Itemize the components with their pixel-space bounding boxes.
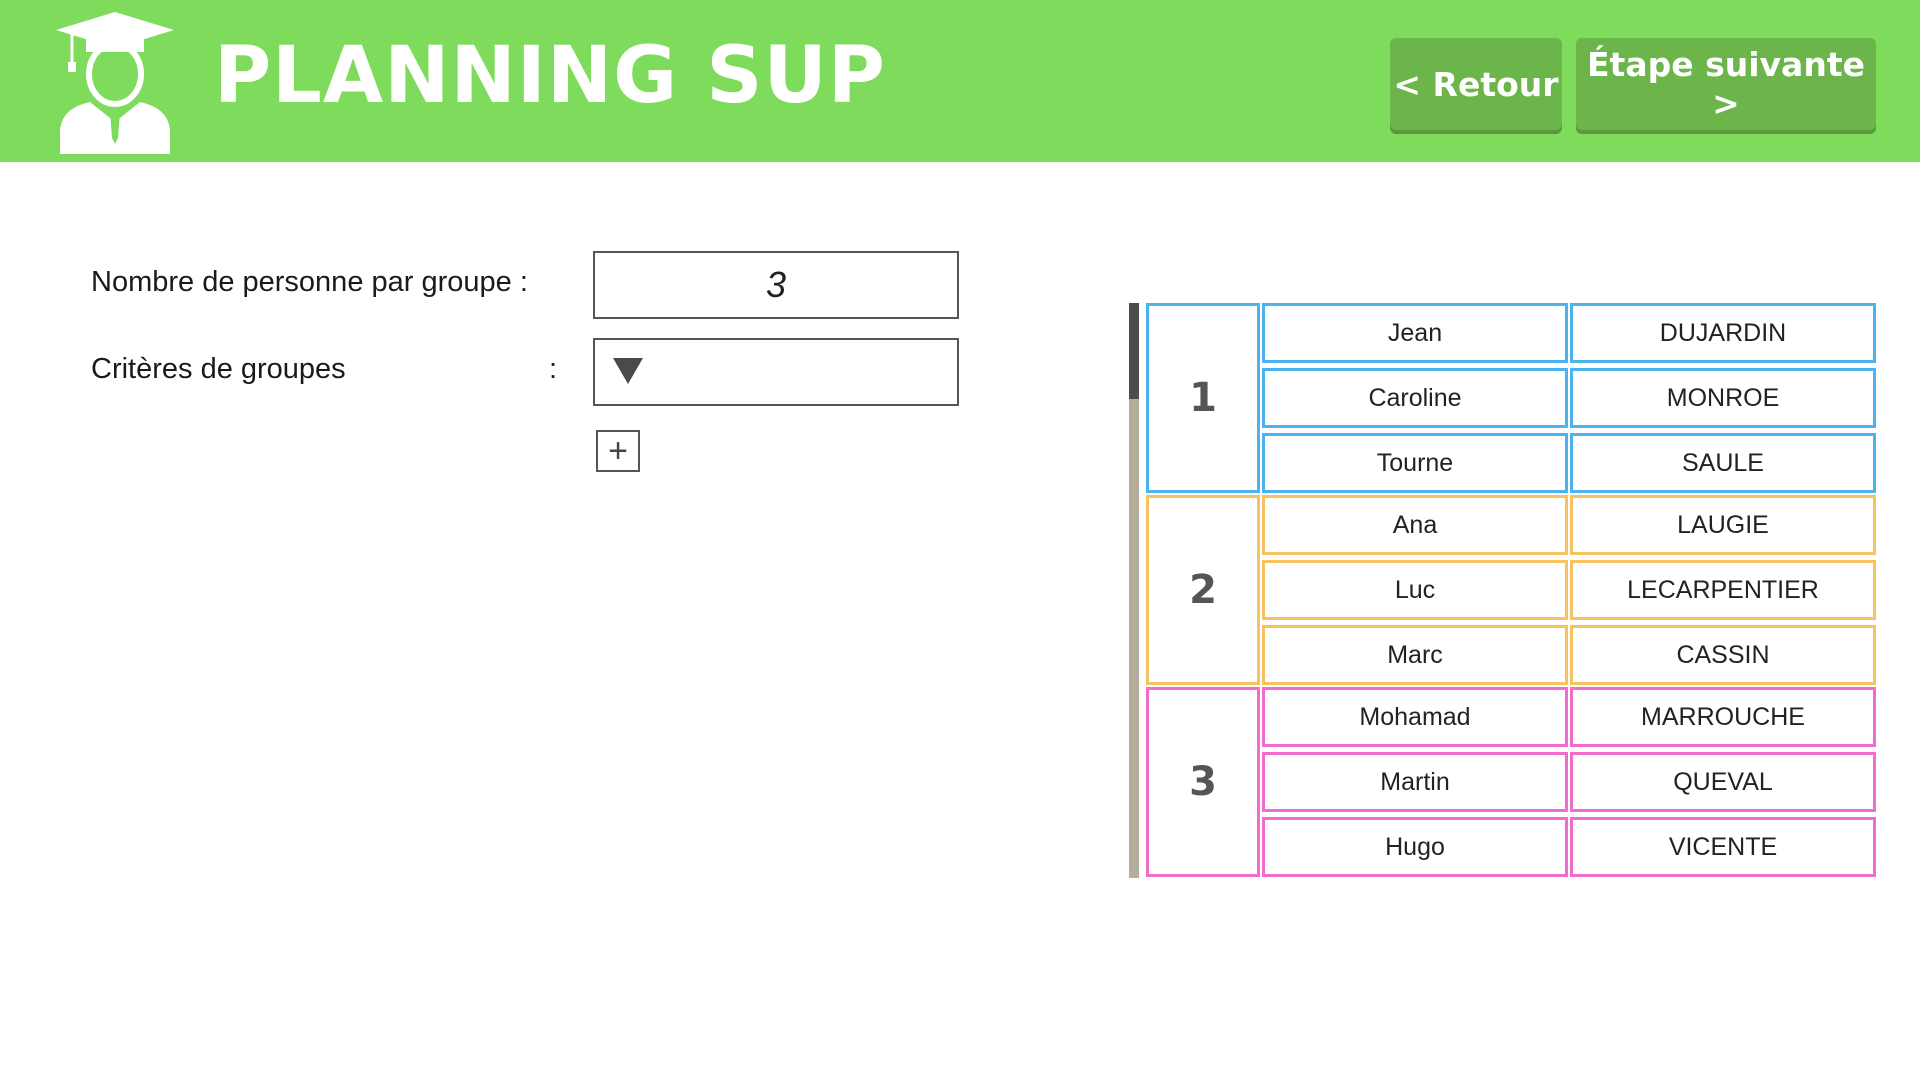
member-first-name: Luc [1262,560,1568,620]
next-step-button[interactable]: Étape suivante > [1576,38,1876,130]
criteria-select[interactable] [593,338,959,406]
dropdown-arrow-icon[interactable] [613,358,643,384]
member-first-name: Hugo [1262,817,1568,877]
scrollbar-thumb[interactable] [1129,303,1139,399]
criteria-colon: : [549,353,558,385]
app-title: PLANNING SUP [214,31,886,121]
add-criteria-button[interactable]: + [596,430,640,472]
group-number: 3 [1146,687,1260,877]
group-number: 1 [1146,303,1260,493]
member-first-name: Martin [1262,752,1568,812]
member-first-name: Tourne [1262,433,1568,493]
criteria-label: Critères de groupes [91,353,346,385]
group-3: 3 Mohamad MARROUCHE Martin QUEVAL Hugo V… [1146,687,1876,877]
member-last-name: MARROUCHE [1570,687,1876,747]
member-last-name: CASSIN [1570,625,1876,685]
member-first-name: Marc [1262,625,1568,685]
group-size-label: Nombre de personne par groupe : [91,266,528,298]
member-first-name: Ana [1262,495,1568,555]
app-header: PLANNING SUP < Retour Étape suivante > [0,0,1920,162]
member-last-name: LECARPENTIER [1570,560,1876,620]
member-last-name: SAULE [1570,433,1876,493]
graduate-icon [56,12,174,154]
group-2: 2 Ana LAUGIE Luc LECARPENTIER Marc CASSI… [1146,495,1876,685]
member-last-name: DUJARDIN [1570,303,1876,363]
member-first-name: Caroline [1262,368,1568,428]
group-size-input[interactable]: 3 [593,251,959,319]
group-1: 1 Jean DUJARDIN Caroline MONROE Tourne S… [1146,303,1876,493]
group-number: 2 [1146,495,1260,685]
member-last-name: VICENTE [1570,817,1876,877]
member-first-name: Mohamad [1262,687,1568,747]
back-button[interactable]: < Retour [1390,38,1562,130]
member-first-name: Jean [1262,303,1568,363]
member-last-name: MONROE [1570,368,1876,428]
member-last-name: QUEVAL [1570,752,1876,812]
member-last-name: LAUGIE [1570,495,1876,555]
